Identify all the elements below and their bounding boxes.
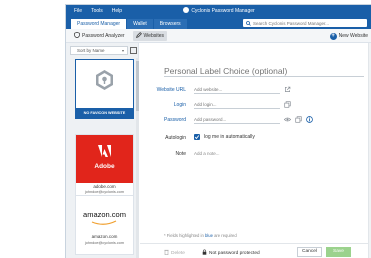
cancel-button[interactable]: Cancel [297,247,322,257]
menu-bar: File Tools Help [66,8,122,14]
trash-icon [164,249,169,257]
note-input[interactable]: Add a note... [194,149,220,159]
lock-icon [202,249,207,257]
shield-icon [74,31,80,40]
login-label: Login [173,102,186,108]
new-website-button[interactable]: + New Website [329,31,368,41]
websites-button[interactable]: Websites [132,30,168,41]
sort-dropdown[interactable]: Sort by Name ▾ [70,46,128,55]
label-input[interactable] [164,65,364,77]
generate-password-icon[interactable] [306,116,314,124]
search-icon [246,20,251,26]
note-row: Note Add a note... [140,149,368,159]
password-protection-toggle[interactable]: Not password protected [202,249,260,257]
card-site-name: adobe.com [93,184,116,189]
autologin-checkbox[interactable] [194,134,200,140]
password-row: Password [140,115,368,125]
card-username: johndoe@cyclonis.com [84,241,125,245]
card-site-name: amazon.com [91,234,118,239]
website-url-label: Website URL [156,87,186,93]
adobe-logo-icon [98,145,111,157]
required-fields-hint: * Fields highlighted in blue are require… [164,233,237,238]
note-label: Note [175,151,186,157]
title-bar: File Tools Help Cyclonis Password Manage… [66,5,371,17]
website-form: Website URL Login Password [140,43,371,258]
autologin-text: log me in automatically [204,134,255,140]
sidebar: Sort by Name ▾ NO FAVICON WEBSITE Adobe … [66,43,139,258]
copy-password-icon[interactable] [295,116,303,124]
delete-button[interactable]: Delete [164,249,185,257]
open-link-icon[interactable] [284,86,292,94]
plus-icon: + [329,32,337,40]
login-row: Login [140,100,368,110]
website-url-input[interactable] [194,86,280,94]
save-button[interactable]: Save [326,247,351,257]
tab-browsers[interactable]: Browsers [153,19,187,29]
no-favicon-icon [96,70,113,90]
show-password-icon[interactable] [283,116,292,124]
website-card-adobe[interactable]: Adobe adobe.com johndoe@cyclonis.com [75,134,134,197]
tab-password-manager[interactable]: Password Manager [71,19,127,29]
app-window: File Tools Help Cyclonis Password Manage… [65,4,371,258]
chevron-down-icon: ▾ [121,48,124,53]
autologin-label: Autologin [165,135,186,141]
form-footer: Delete Not password protected Cancel Sav… [140,243,368,258]
app-logo-icon [183,7,190,13]
search-input[interactable] [253,20,363,26]
tab-wallet[interactable]: Wallet [127,19,153,29]
password-analyzer-button[interactable]: Password Analyzer [71,31,128,41]
pencil-icon [135,31,142,40]
no-favicon-label: NO FAVICON WEBSITE [76,108,133,118]
grid-view-icon[interactable] [130,47,137,54]
website-card-amazon[interactable]: amazon.com amazon.com johndoe@cyclonis.c… [75,195,134,255]
password-input[interactable] [194,116,280,124]
menu-tools[interactable]: Tools [91,8,103,14]
login-input[interactable] [194,101,280,109]
copy-icon[interactable] [284,101,292,109]
website-url-row: Website URL [140,85,368,95]
card-tile [76,60,133,108]
autologin-row: Autologin log me in automatically [140,133,368,143]
password-label: Password [164,117,186,123]
amazon-smile-icon [91,220,117,225]
sidebar-scroll-thumb[interactable] [136,61,139,111]
card-tile: Adobe [76,135,133,183]
search-box[interactable] [243,19,367,27]
website-card-no-favicon[interactable]: NO FAVICON WEBSITE [75,59,134,119]
menu-file[interactable]: File [74,8,82,14]
menu-help[interactable]: Help [112,8,122,14]
adobe-wordmark: Adobe [94,163,115,170]
card-username: johndoe@cyclonis.com [84,190,125,194]
toolbar: Password Analyzer Websites + New Website [66,29,371,43]
